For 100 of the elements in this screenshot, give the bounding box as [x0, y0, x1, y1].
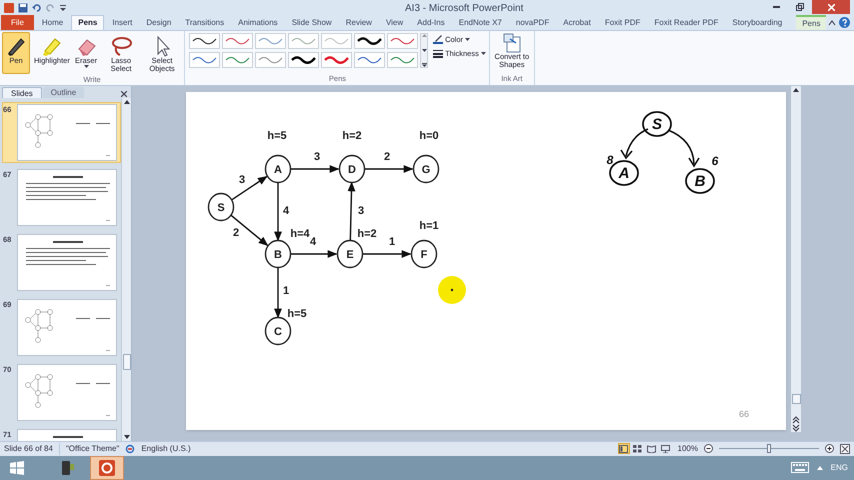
keyboard-icon[interactable] — [790, 462, 809, 474]
scrollbar-thumb[interactable] — [792, 394, 800, 404]
slide-thumbnail[interactable] — [17, 169, 117, 226]
zoom-in-button[interactable] — [825, 444, 834, 454]
edge-weight: 3 — [238, 174, 246, 186]
heuristic-label: h=4 — [290, 228, 310, 240]
show-hidden-icons-icon[interactable] — [816, 466, 823, 470]
ribbon-tab[interactable]: Foxit Reader PDF — [648, 15, 724, 30]
ribbon-tab[interactable]: EndNote X7 — [452, 15, 508, 30]
ribbon-tab[interactable]: Home — [36, 15, 70, 30]
ribbon-tab[interactable]: Pens — [71, 15, 104, 30]
minimize-ribbon-icon — [828, 18, 836, 26]
language-indicator[interactable]: English (U.S.) — [141, 442, 191, 455]
undo-icon[interactable] — [32, 2, 42, 12]
shapes-icon — [502, 33, 522, 53]
node-label: C — [274, 326, 282, 338]
edge-weight: 2 — [384, 151, 390, 163]
close-panel-button[interactable] — [121, 91, 127, 97]
ribbon-tab[interactable]: Design — [140, 15, 178, 30]
powerpoint-logo-icon[interactable] — [4, 2, 14, 12]
close-button[interactable] — [812, 0, 850, 14]
ribbon-tab[interactable]: novaPDF — [510, 15, 556, 30]
ribbon-tab[interactable]: Slide Show — [286, 15, 338, 30]
gallery-scroll[interactable] — [420, 33, 428, 68]
edge-arrow — [362, 250, 412, 258]
zoom-slider-thumb[interactable] — [767, 444, 771, 454]
dropdown-caret-icon — [480, 52, 486, 56]
edge-weight: 2 — [232, 227, 240, 239]
fit-to-window-button[interactable] — [840, 444, 850, 454]
edge-weight: 3 — [314, 151, 320, 163]
file-tab[interactable]: File — [1, 15, 34, 30]
ribbon-tab[interactable]: Transitions — [179, 15, 230, 30]
lasso-icon — [110, 35, 132, 57]
next-slide-icon[interactable] — [792, 424, 800, 432]
pen-style-button[interactable] — [354, 33, 386, 49]
cursor-highlight — [438, 276, 466, 304]
slide-thumbnail[interactable] — [17, 364, 117, 421]
restore-icon — [796, 3, 804, 11]
taskbar-app-button[interactable] — [90, 456, 124, 480]
spell-check-icon[interactable] — [125, 444, 136, 454]
page-number: 66 — [739, 409, 749, 419]
edge-weight: 3 — [358, 205, 364, 217]
graph-node — [208, 192, 234, 222]
theme-name: "Office Theme" — [58, 442, 120, 455]
edge-arrow — [290, 250, 338, 258]
node-label: G — [422, 164, 430, 176]
heuristic-label: h=5 — [287, 308, 307, 320]
zoom-out-icon — [704, 444, 713, 454]
close-icon — [828, 4, 834, 10]
graph-node — [264, 316, 292, 346]
heuristic-label: h=2 — [342, 130, 362, 142]
view-button[interactable] — [632, 443, 644, 454]
node-label: F — [420, 249, 428, 261]
scroll-up-icon — [422, 34, 427, 37]
pen-style-button[interactable] — [189, 33, 220, 49]
edge-arrow — [274, 266, 282, 318]
edge-weight: 4 — [282, 205, 290, 217]
ink-arrow — [668, 129, 700, 168]
graph-node — [410, 240, 438, 268]
panel-tab[interactable]: Outline — [42, 87, 84, 98]
slide-thumbnail[interactable] — [17, 234, 117, 291]
node-label: A — [274, 164, 282, 176]
edge-arrow — [231, 176, 268, 201]
edge-arrow — [230, 214, 268, 246]
save-icon[interactable] — [18, 2, 28, 12]
edge-arrow — [364, 165, 414, 173]
scroll-down-icon — [422, 48, 427, 52]
zoom-level[interactable]: 100% — [678, 442, 698, 455]
previous-slide-icon[interactable] — [792, 416, 800, 424]
help-icon[interactable] — [839, 17, 850, 28]
ribbon-tab[interactable]: Storyboarding — [726, 15, 788, 30]
scrollbar-thumb[interactable] — [122, 354, 130, 370]
minimize-icon — [772, 6, 780, 8]
edge-weight: 1 — [388, 236, 396, 248]
edge-arrow — [290, 165, 340, 173]
view-button[interactable] — [618, 443, 630, 454]
ribbon-tab[interactable]: Pens — [796, 15, 826, 30]
view-button[interactable] — [660, 443, 672, 454]
scroll-up-icon[interactable] — [122, 98, 130, 106]
ribbon-tab[interactable]: Add-Ins — [411, 15, 451, 30]
ribbon-tab[interactable]: Foxit PDF — [598, 15, 646, 30]
zoom-in-icon — [825, 444, 834, 454]
ribbon-tab[interactable]: Review — [340, 15, 378, 30]
ribbon-tab[interactable]: Animations — [232, 15, 284, 30]
slide-thumbnail[interactable] — [17, 299, 117, 356]
zoom-out-button[interactable] — [704, 444, 713, 454]
slide-thumbnail[interactable] — [17, 104, 117, 161]
view-button[interactable] — [646, 443, 658, 454]
pen-style-button[interactable] — [288, 52, 320, 68]
panel-tab[interactable]: Slides — [2, 87, 42, 98]
ribbon-tab[interactable]: View — [380, 15, 410, 30]
customize-toolbar-icon[interactable] — [59, 2, 67, 12]
ribbon-tab[interactable]: Insert — [106, 15, 138, 30]
graph-node — [338, 154, 366, 184]
fit-window-icon — [840, 444, 850, 454]
window-title: AI3 - Microsoft PowerPoint — [405, 2, 524, 16]
node-label: D — [348, 164, 356, 176]
windows-logo-icon — [10, 460, 24, 475]
ribbon-tab[interactable]: Acrobat — [557, 15, 597, 30]
pen-color-icon — [433, 35, 444, 44]
